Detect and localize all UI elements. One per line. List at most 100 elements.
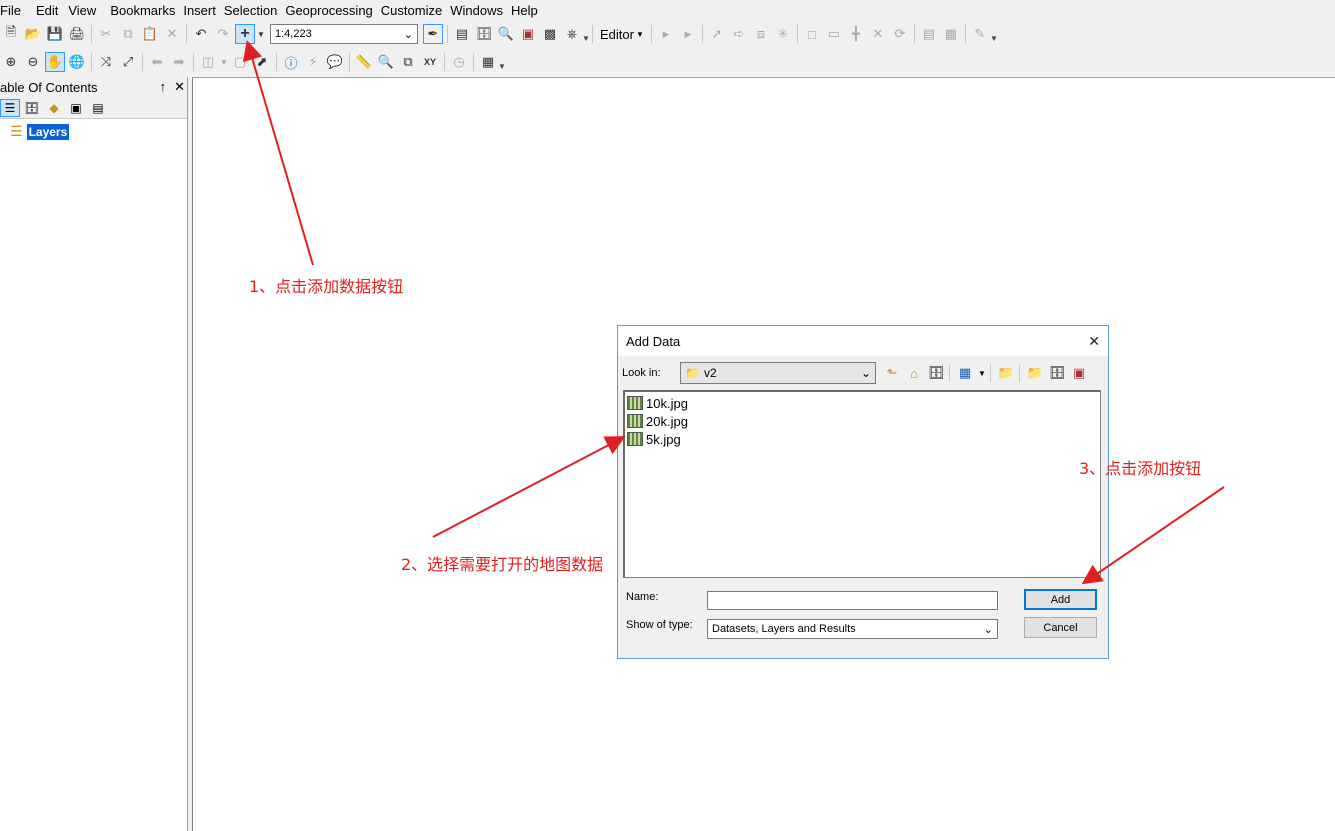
- attributes-icon[interactable]: ▤: [919, 24, 939, 44]
- print-icon[interactable]: 🖨: [67, 24, 87, 44]
- list-item[interactable]: 20k.jpg: [627, 412, 1098, 430]
- edit-annotation-icon[interactable]: ▸: [678, 24, 698, 44]
- save-icon[interactable]: 💾: [45, 24, 65, 44]
- find-binoculars-icon[interactable]: 🔍: [376, 52, 396, 72]
- edit-tool-icon[interactable]: ▸: [656, 24, 676, 44]
- new-toolbox-icon[interactable]: ▣: [1069, 363, 1089, 383]
- select-features-icon[interactable]: ◫: [198, 52, 218, 72]
- up-one-level-icon[interactable]: ⬑: [882, 363, 902, 383]
- python-window-icon[interactable]: ▩: [540, 24, 560, 44]
- chevron-down-icon[interactable]: ▼: [977, 363, 987, 383]
- map-scale-combo[interactable]: 1:4,223 ⌄: [270, 24, 418, 44]
- select-elements-icon[interactable]: ⬈: [252, 52, 272, 72]
- tools-toolbar: ⊕ ⊖ ✋ 🌐 ⤨ ⤢ ⬅ ➡ ◫ ▼ ▢ ⬈ ⓘ ⚡ 💬 📏 🔍 ⧉ XY ◷…: [0, 49, 530, 75]
- list-by-source-icon[interactable]: 🗄: [22, 99, 42, 117]
- find-route-icon[interactable]: ⧉: [398, 52, 418, 72]
- view-list-icon[interactable]: ▦: [955, 363, 975, 383]
- toc-options-icon[interactable]: ▤: [88, 99, 108, 117]
- menu-insert[interactable]: Insert: [183, 3, 224, 18]
- cut-polygons-icon[interactable]: ╋: [846, 24, 866, 44]
- catalog-icon[interactable]: 🗄: [474, 24, 494, 44]
- table-of-contents-icon[interactable]: ▤: [452, 24, 472, 44]
- trace-icon[interactable]: ⧈: [751, 24, 771, 44]
- toolbar-separator: [650, 25, 652, 43]
- add-data-icon[interactable]: +: [235, 24, 255, 44]
- redo-icon[interactable]: ↷: [213, 24, 233, 44]
- reshape-icon[interactable]: ▭: [824, 24, 844, 44]
- paste-icon[interactable]: 📋: [140, 24, 160, 44]
- arctoolbox-icon[interactable]: ▣: [518, 24, 538, 44]
- fixed-zoom-in-icon[interactable]: ⤨: [96, 52, 116, 72]
- menu-selection[interactable]: Selection: [224, 3, 285, 18]
- open-folder-icon[interactable]: 📂: [23, 24, 43, 44]
- list-item[interactable]: 5k.jpg: [627, 430, 1098, 448]
- new-database-icon[interactable]: 🗄: [1047, 363, 1067, 383]
- new-folder-icon[interactable]: 📁: [1025, 363, 1045, 383]
- close-icon[interactable]: ✕: [174, 79, 185, 95]
- toolbar-options-icon[interactable]: ▼: [498, 53, 506, 71]
- add-data-dropdown-icon[interactable]: ▼: [257, 24, 265, 44]
- rotate-icon[interactable]: ⟳: [890, 24, 910, 44]
- close-icon[interactable]: ✕: [1088, 334, 1100, 348]
- name-field[interactable]: [707, 591, 998, 610]
- html-popup-icon[interactable]: 💬: [325, 52, 345, 72]
- fixed-zoom-out-icon[interactable]: ⤢: [118, 52, 138, 72]
- cut-icon[interactable]: ✂: [96, 24, 116, 44]
- menu-geoprocessing[interactable]: Geoprocessing: [285, 3, 380, 18]
- layers-data-frame[interactable]: Layers: [26, 123, 70, 140]
- list-by-selection-icon[interactable]: ▣: [66, 99, 86, 117]
- menu-edit[interactable]: Edit: [36, 3, 66, 18]
- new-document-icon[interactable]: 🗎: [1, 24, 21, 44]
- show-type-combo[interactable]: Datasets, Layers and Results ⌄: [707, 619, 998, 639]
- search-window-icon[interactable]: 🔍: [496, 24, 516, 44]
- pin-icon[interactable]: ↑: [160, 79, 167, 95]
- split-icon[interactable]: ✕: [868, 24, 888, 44]
- undo-icon[interactable]: ↶: [191, 24, 211, 44]
- menu-view[interactable]: View: [68, 3, 104, 18]
- measure-icon[interactable]: 📏: [354, 52, 374, 72]
- add-button[interactable]: Add: [1024, 589, 1097, 610]
- time-slider-icon[interactable]: ◷: [449, 52, 469, 72]
- delete-icon[interactable]: ✕: [162, 24, 182, 44]
- copy-icon[interactable]: ⧉: [118, 24, 138, 44]
- connect-to-folder-icon[interactable]: 📁: [996, 363, 1016, 383]
- identify-icon[interactable]: ⓘ: [281, 52, 301, 72]
- menu-help[interactable]: Help: [511, 3, 546, 18]
- point-icon[interactable]: ✳: [773, 24, 793, 44]
- create-viewer-window-icon[interactable]: ▦: [478, 52, 498, 72]
- menu-bookmarks[interactable]: Bookmarks: [110, 3, 183, 18]
- editor-menu-button[interactable]: Editor ▼: [596, 27, 648, 42]
- end-point-arc-icon[interactable]: ➪: [729, 24, 749, 44]
- select-dropdown-icon[interactable]: ▼: [220, 52, 228, 72]
- hyperlink-icon[interactable]: ⚡: [303, 52, 323, 72]
- menu-windows[interactable]: Windows: [450, 3, 511, 18]
- create-features-icon[interactable]: ✎: [970, 24, 990, 44]
- list-by-drawing-order-icon[interactable]: ☰: [0, 98, 20, 117]
- home-icon[interactable]: ⌂: [904, 363, 924, 383]
- toolboxes-icon[interactable]: 🗄: [926, 363, 946, 383]
- list-item[interactable]: 10k.jpg: [627, 394, 1098, 412]
- cancel-button[interactable]: Cancel: [1024, 617, 1097, 638]
- toolbar-options-icon[interactable]: ▼: [582, 25, 590, 43]
- back-arrow-icon[interactable]: ⬅: [147, 52, 167, 72]
- toolbar-separator: [964, 25, 966, 43]
- list-by-visibility-icon[interactable]: ◆: [44, 99, 64, 117]
- menu-customize[interactable]: Customize: [381, 3, 450, 18]
- model-builder-icon[interactable]: ⎈: [562, 24, 582, 44]
- zoom-out-icon[interactable]: ⊖: [23, 52, 43, 72]
- edit-vertices-icon[interactable]: □: [802, 24, 822, 44]
- toolbar-options-icon[interactable]: ▼: [990, 25, 998, 43]
- go-to-xy-icon[interactable]: XY: [420, 52, 440, 72]
- editor-toolbar-icon[interactable]: ✒: [423, 24, 443, 44]
- full-extent-icon[interactable]: 🌐: [67, 52, 87, 72]
- look-in-combo[interactable]: 📁 v2 ⌄: [680, 362, 876, 384]
- toolbar-separator: [949, 364, 950, 382]
- straight-segment-icon[interactable]: ➚: [707, 24, 727, 44]
- forward-arrow-icon[interactable]: ➡: [169, 52, 189, 72]
- pan-hand-icon[interactable]: ✋: [45, 52, 65, 72]
- clear-selection-icon[interactable]: ▢: [230, 52, 250, 72]
- zoom-in-icon[interactable]: ⊕: [1, 52, 21, 72]
- sketch-properties-icon[interactable]: ▦: [941, 24, 961, 44]
- file-list[interactable]: 10k.jpg 20k.jpg 5k.jpg: [623, 390, 1101, 578]
- menu-file[interactable]: File: [0, 3, 29, 18]
